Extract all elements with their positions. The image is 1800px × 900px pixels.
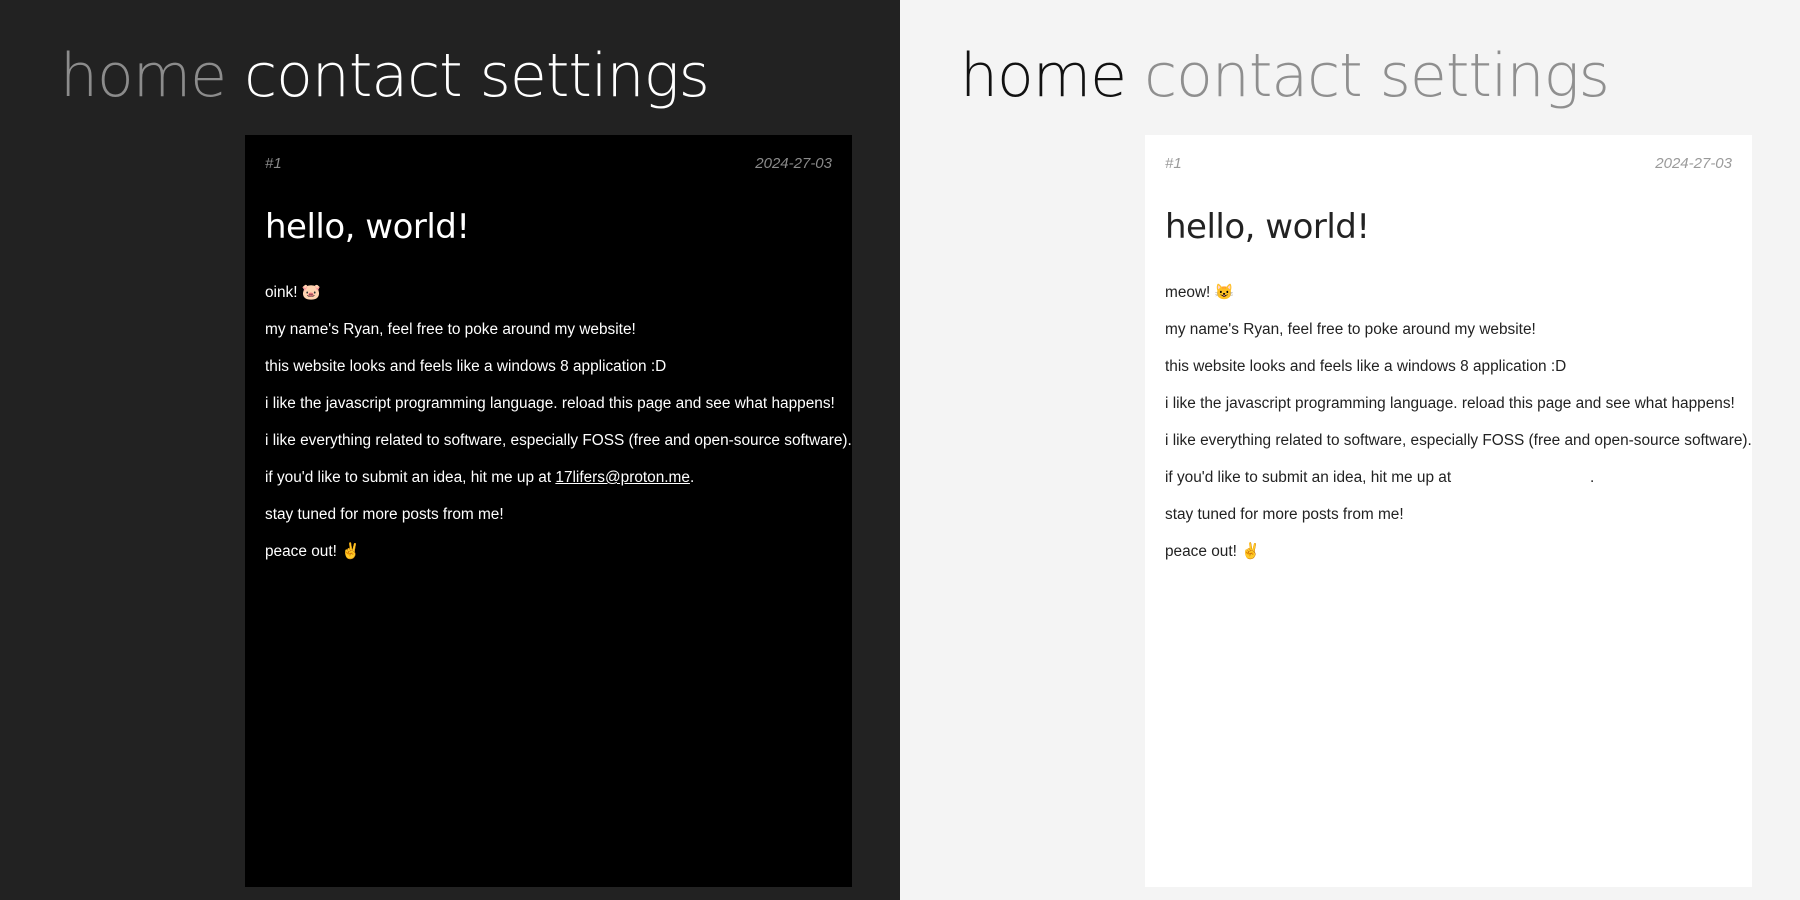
post-idea-line: if you'd like to submit an idea, hit me … <box>1165 459 1732 496</box>
post-card: #1 2024-27-03 hello, world! oink! 🐷 my n… <box>245 135 852 887</box>
post-meta: #1 2024-27-03 <box>1165 155 1732 181</box>
post-body: meow! 😺 my name's Ryan, feel free to pok… <box>1165 274 1752 570</box>
post-number: #1 <box>265 155 282 172</box>
post-foss-line: i like everything related to software, e… <box>265 432 852 449</box>
post-title: hello, world! <box>265 207 470 247</box>
post-body: oink! 🐷 my name's Ryan, feel free to pok… <box>265 274 852 570</box>
post-windows-line: this website looks and feels like a wind… <box>265 358 667 375</box>
post-javascript-line: i like the javascript programming langua… <box>265 395 835 412</box>
post-idea-suffix: . <box>689 469 695 486</box>
post-stay-tuned-line: stay tuned for more posts from me! <box>1165 506 1404 523</box>
nav-bar: home contact settings <box>60 36 727 116</box>
nav-settings-link[interactable]: settings <box>1380 36 1610 116</box>
post-peace-line: peace out! ✌️ <box>265 543 361 560</box>
post-date: 2024-27-03 <box>755 155 832 172</box>
post-name-line: my name's Ryan, feel free to poke around… <box>265 321 636 338</box>
post-intro-line: oink! 🐷 <box>265 284 321 301</box>
post-intro-line: meow! 😺 <box>1165 284 1234 301</box>
post-idea-prefix: if you'd like to submit an idea, hit me … <box>265 469 556 486</box>
post-title: hello, world! <box>1165 207 1370 247</box>
nav-contact-link[interactable]: contact <box>244 36 463 116</box>
post-meta: #1 2024-27-03 <box>265 155 832 181</box>
post-number: #1 <box>1165 155 1182 172</box>
nav-contact-link[interactable]: contact <box>1144 36 1363 116</box>
post-stay-tuned-line: stay tuned for more posts from me! <box>265 506 504 523</box>
dark-theme-panel: home contact settings #1 2024-27-03 hello,… <box>0 0 900 900</box>
email-link[interactable]: 17lifers@proton.me <box>555 469 690 486</box>
nav-settings-link[interactable]: settings <box>480 36 710 116</box>
light-theme-panel: home contact settings #1 2024-27-03 hello,… <box>900 0 1800 900</box>
nav-bar: home contact settings <box>960 36 1627 116</box>
post-idea-prefix: if you'd like to submit an idea, hit me … <box>1165 469 1456 486</box>
post-idea-suffix: . <box>1589 469 1595 486</box>
post-peace-line: peace out! ✌️ <box>1165 543 1261 560</box>
nav-home-link[interactable]: home <box>60 36 227 116</box>
nav-home-link[interactable]: home <box>960 36 1127 116</box>
post-javascript-line: i like the javascript programming langua… <box>1165 395 1735 412</box>
post-date: 2024-27-03 <box>1655 155 1732 172</box>
post-foss-line: i like everything related to software, e… <box>1165 432 1752 449</box>
post-idea-line: if you'd like to submit an idea, hit me … <box>265 459 832 496</box>
post-windows-line: this website looks and feels like a wind… <box>1165 358 1567 375</box>
post-card: #1 2024-27-03 hello, world! meow! 😺 my n… <box>1145 135 1752 887</box>
post-name-line: my name's Ryan, feel free to poke around… <box>1165 321 1536 338</box>
email-link[interactable]: 17lifers@proton.me <box>1455 469 1590 486</box>
